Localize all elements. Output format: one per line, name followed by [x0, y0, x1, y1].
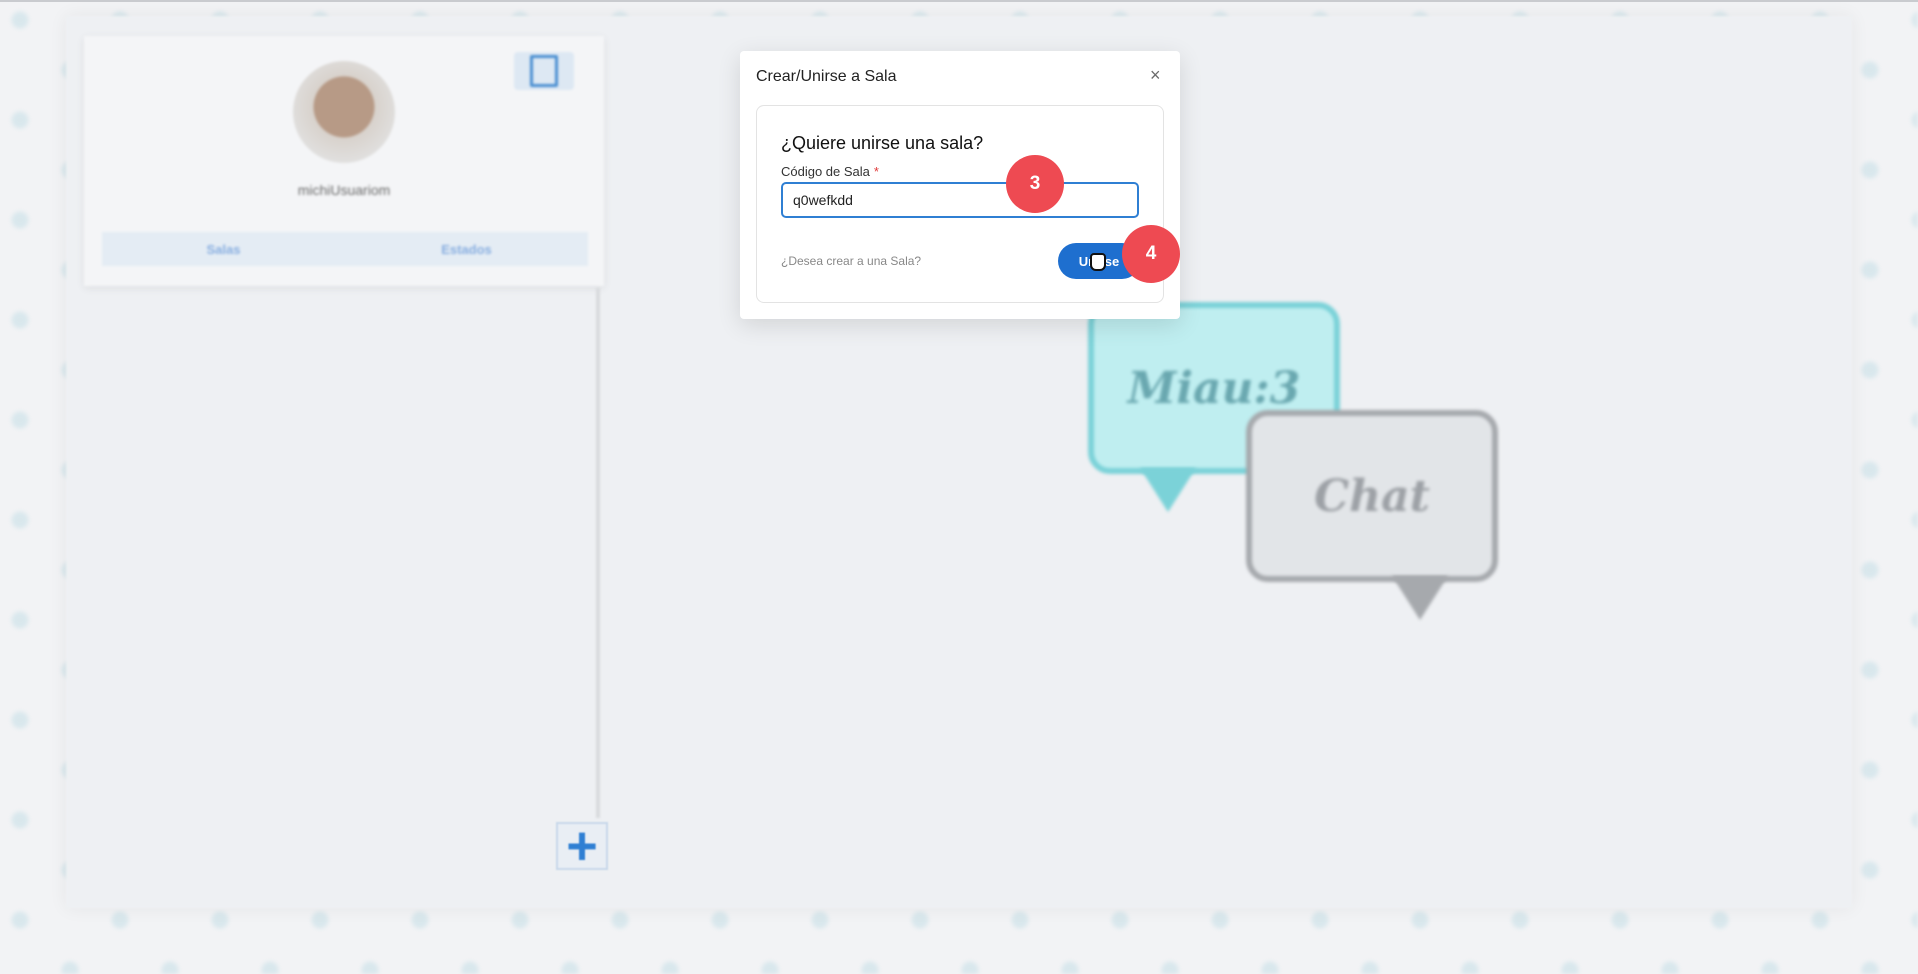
create-room-link[interactable]: ¿Desea crear a una Sala? — [781, 254, 921, 268]
sidebar-scrollbar[interactable] — [596, 288, 600, 818]
step-marker-4: 4 — [1122, 225, 1180, 283]
logout-icon — [530, 55, 558, 87]
close-icon[interactable]: × — [1150, 65, 1161, 86]
modal-title: Crear/Unirse a Sala — [756, 68, 897, 85]
top-border — [0, 0, 1918, 2]
room-code-label: Código de Sala * — [781, 164, 879, 179]
sidebar: michiUsuariom Salas Estados — [84, 36, 604, 286]
plus-icon: + — [566, 816, 598, 876]
required-marker: * — [873, 164, 879, 179]
room-code-input[interactable] — [781, 182, 1139, 218]
logout-button[interactable] — [514, 52, 574, 90]
chat-bubble: Chat — [1246, 410, 1498, 582]
add-room-button[interactable]: + — [556, 816, 608, 876]
step-marker-3: 3 — [1006, 155, 1064, 213]
sidebar-tabs: Salas Estados — [102, 232, 588, 266]
username: michiUsuariom — [297, 182, 391, 198]
chat-bubble-tail — [1392, 576, 1448, 620]
hand-cursor-icon — [1090, 253, 1106, 271]
tab-estados[interactable]: Estados — [345, 232, 588, 266]
join-room-modal: Crear/Unirse a Sala × ¿Quiere unirse una… — [740, 51, 1180, 319]
join-room-card: ¿Quiere unirse una sala? Código de Sala *… — [756, 105, 1164, 303]
tab-salas[interactable]: Salas — [102, 232, 345, 266]
miau-bubble-tail — [1140, 468, 1196, 512]
room-code-label-text: Código de Sala — [781, 164, 870, 179]
join-room-heading: ¿Quiere unirse una sala? — [781, 133, 984, 153]
avatar[interactable] — [293, 61, 395, 163]
